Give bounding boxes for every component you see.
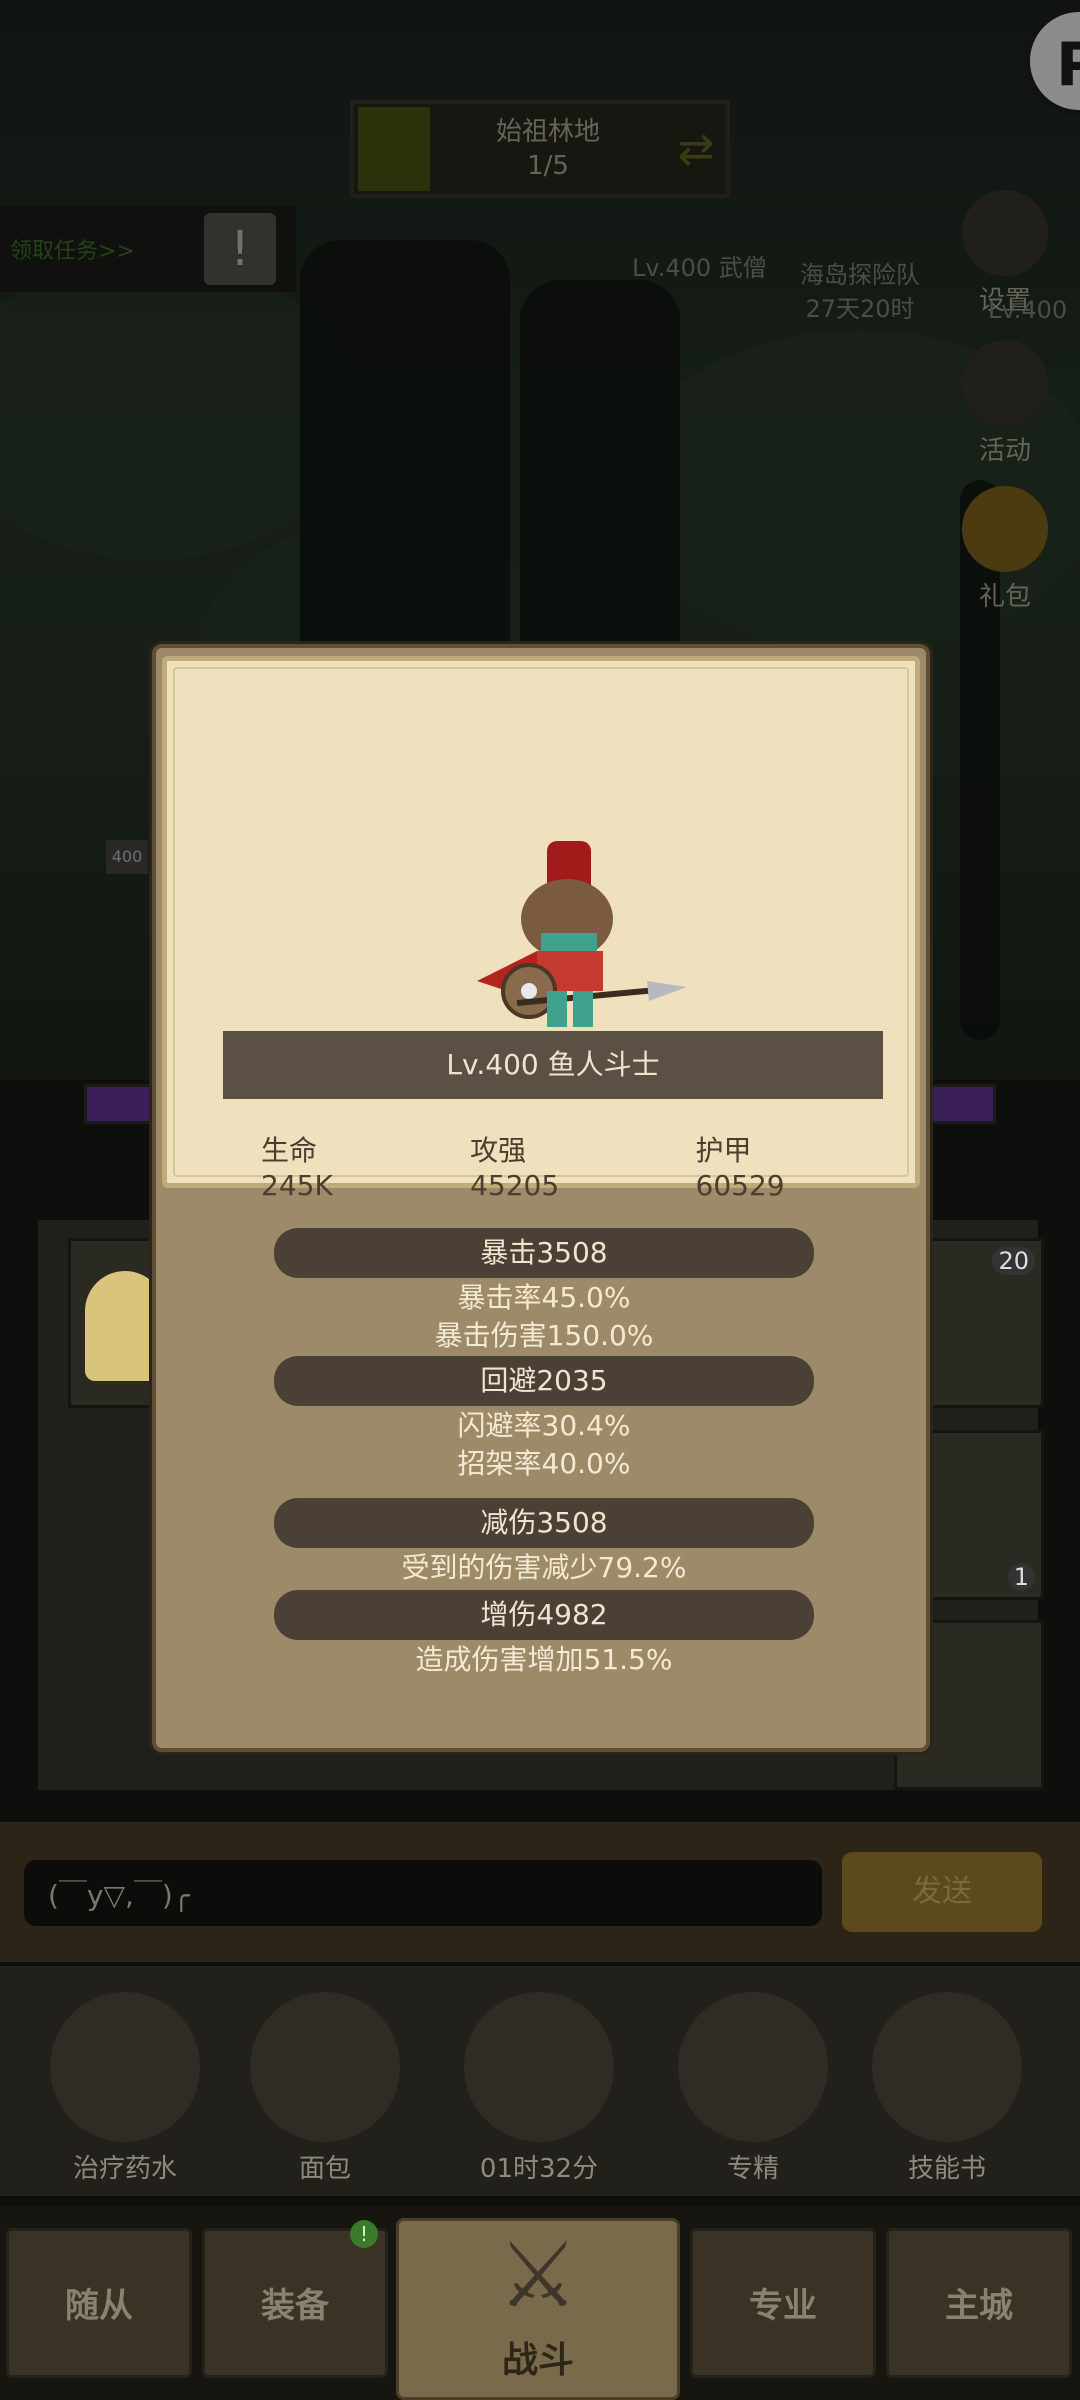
chat-input[interactable]: (￣y▽,￣)╭ [24,1860,822,1926]
tab-profession[interactable]: 专业 [690,2228,876,2378]
slot-count: 1 [1007,1563,1035,1591]
equipment-notification-badge: ! [350,2220,378,2248]
potion-label: 治疗药水 [72,2154,177,2184]
fishman-warrior-portrait [477,841,687,1027]
tab-main-city[interactable]: 主城 [886,2228,1072,2378]
mastery-item[interactable]: 专精 [668,1992,838,2185]
bread-item[interactable]: 面包 [240,1992,410,2185]
bread-icon [250,1992,400,2142]
monster-info-popup[interactable]: Lv.400 鱼人斗士 生命245K 攻强45205 护甲60529 暴击350… [152,644,930,1752]
hp-stat: 生命245K [261,1134,333,1202]
monster-card: Lv.400 鱼人斗士 生命245K 攻强45205 护甲60529 [162,656,920,1202]
crit-rate: 暴击率45.0% [457,1281,631,1314]
reduction-desc: 受到的伤害减少79.2% [401,1551,687,1584]
chat-bar: (￣y▽,￣)╭ 发送 [0,1822,1080,1962]
book-icon [872,1992,1022,2142]
skill-book-label: 技能书 [907,2154,986,2184]
evade-rate: 闪避率30.4% [457,1409,631,1442]
treasure-chest-icon [464,1992,614,2142]
skill-book-item[interactable]: 技能书 [862,1992,1032,2185]
mastery-label: 专精 [726,2154,779,2184]
chest-item[interactable]: 01时32分 [454,1992,624,2185]
tab-followers[interactable]: 随从 [6,2228,192,2378]
dodge-title: 回避2035 [274,1356,814,1406]
tab-battle[interactable]: ⚔ 战斗 [396,2218,680,2400]
mastery-icon [678,1992,828,2142]
crossed-swords-icon: ⚔ [497,2223,579,2328]
parry-rate: 招架率40.0% [457,1447,631,1480]
crit-title: 暴击3508 [274,1228,814,1278]
boost-title: 增伤4982 [274,1590,814,1640]
send-button[interactable]: 发送 [842,1852,1042,1932]
potion-item[interactable]: 治疗药水 [40,1992,210,2185]
bread-label: 面包 [298,2154,351,2184]
potion-icon [50,1992,200,2142]
consumables-bar: 治疗药水 面包 01时32分 专精 技能书 [0,1966,1080,2196]
crit-damage: 暴击伤害150.0% [434,1319,654,1352]
reduction-title: 减伤3508 [274,1498,814,1548]
armor-stat: 护甲60529 [695,1134,785,1202]
base-stats: 生命245K 攻强45205 护甲60529 [217,1129,877,1202]
slot-count: 20 [992,1247,1035,1275]
hp-bar-left [84,1084,156,1124]
boost-desc: 造成伤害增加51.5% [415,1643,673,1676]
chest-timer: 01时32分 [479,2154,599,2184]
battle-label: 战斗 [501,2340,574,2381]
tab-equipment[interactable]: 装备 [202,2228,388,2378]
monster-name: Lv.400 鱼人斗士 [223,1031,883,1099]
hp-bar-right [926,1084,996,1124]
attack-stat: 攻强45205 [470,1134,560,1202]
bottom-nav: 随从 装备 ! ⚔ 战斗 专业 主城 [0,2206,1080,2400]
